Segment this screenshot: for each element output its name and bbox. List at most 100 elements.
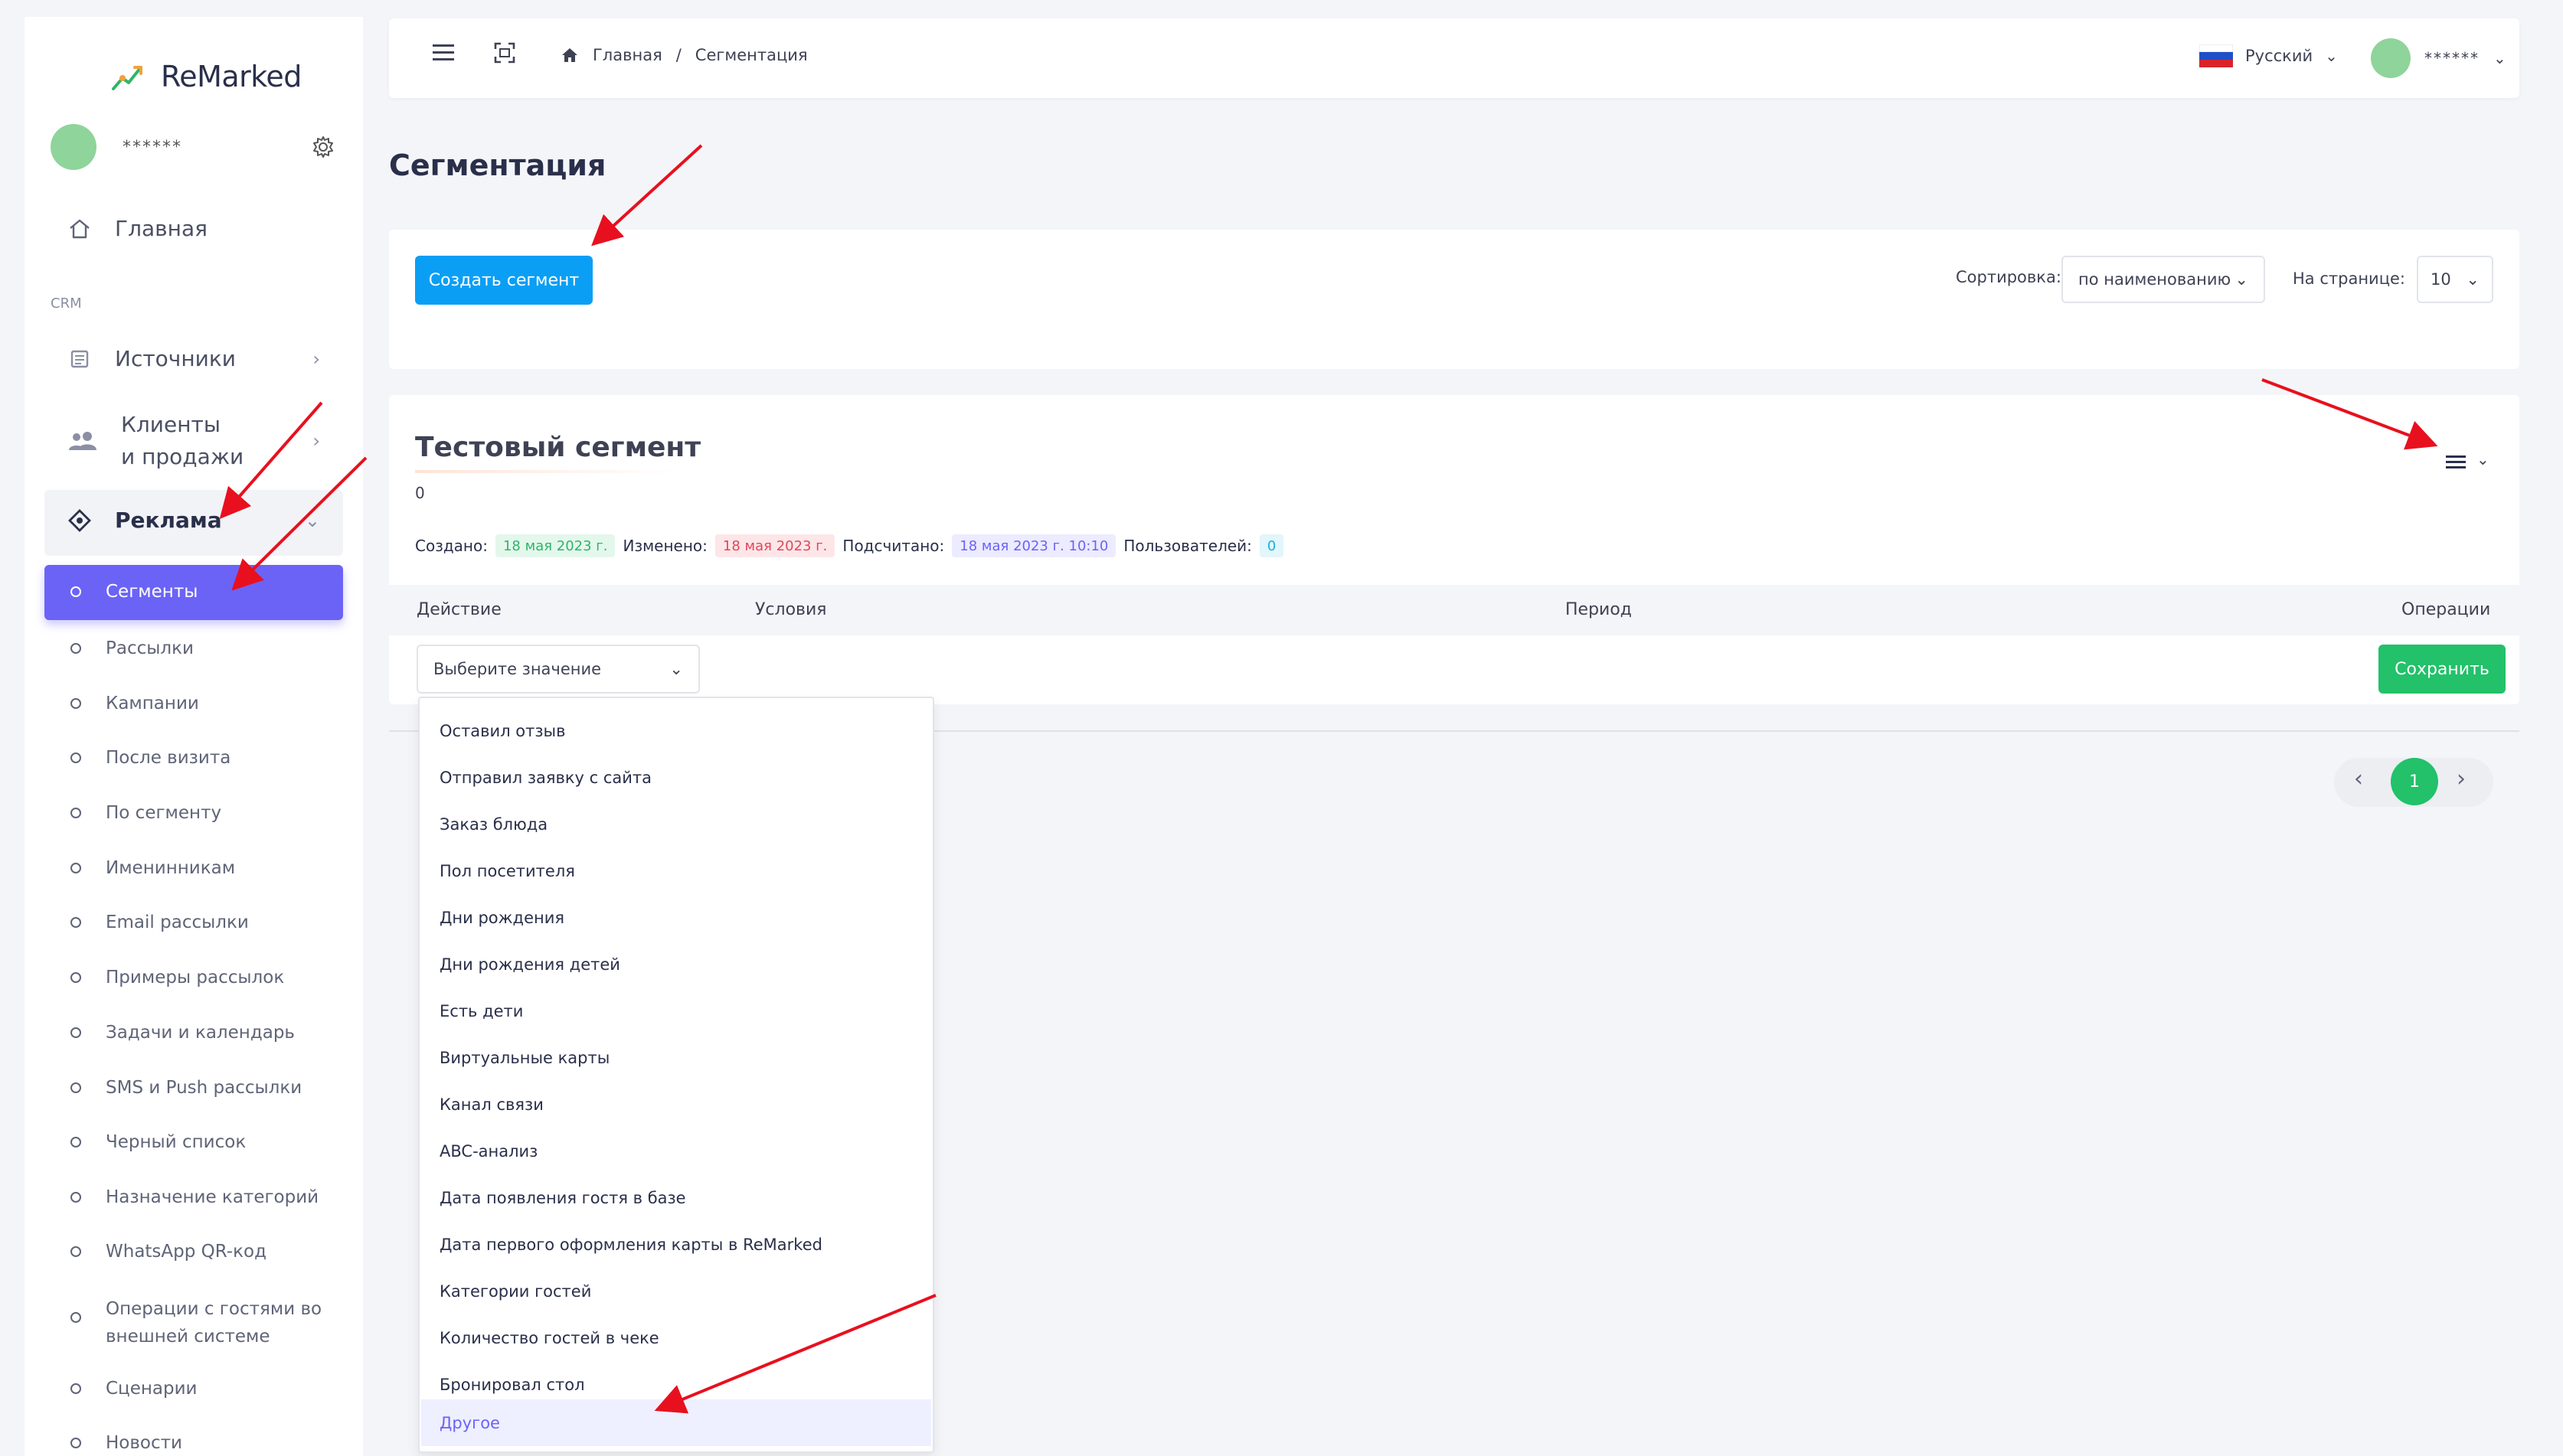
sidebar-subitem-sms-push[interactable]: SMS и Push рассылки xyxy=(70,1078,302,1098)
sort-label: Сортировка: xyxy=(1956,268,2061,286)
pagination-prev[interactable]: ‹ xyxy=(2354,766,2363,792)
circle-icon xyxy=(70,1137,81,1147)
sidebar-subitem-whatsapp[interactable]: WhatsApp QR-код xyxy=(70,1242,266,1262)
header-user-menu[interactable]: ****** ⌄ xyxy=(2371,38,2506,78)
sidebar-subitem-active[interactable]: Сегменты xyxy=(70,582,198,602)
breadcrumb-home[interactable]: Главная xyxy=(593,46,662,64)
sidebar-item-ads-row[interactable]: Реклама ⌄ xyxy=(67,508,320,533)
sidebar-subitem-label: Операции с гостями во xyxy=(106,1299,322,1319)
circle-icon xyxy=(70,863,81,873)
header-user-name: ****** xyxy=(2424,49,2480,67)
circle-icon xyxy=(70,586,81,597)
pagination-next[interactable]: › xyxy=(2457,766,2466,792)
pagination-page[interactable]: 1 xyxy=(2391,758,2438,805)
sidebar-item-label: Клиенты xyxy=(121,412,221,437)
dropdown-option[interactable]: Оставил отзыв xyxy=(421,707,931,754)
action-select-value: Выберите значение xyxy=(433,660,602,678)
avatar xyxy=(2371,38,2411,78)
circle-icon xyxy=(70,972,81,983)
dropdown-option[interactable]: Категории гостей xyxy=(421,1268,931,1314)
sidebar-subitem-email[interactable]: Email рассылки xyxy=(70,912,249,932)
modified-badge: 18 мая 2023 г. xyxy=(714,534,835,557)
create-segment-button[interactable]: Создать сегмент xyxy=(415,256,593,305)
sidebar-subitem-blacklist[interactable]: Черный список xyxy=(70,1132,246,1152)
save-button[interactable]: Сохранить xyxy=(2378,645,2506,694)
sidebar-item-label: и продажи xyxy=(121,444,244,469)
sidebar-subitem-label: Email рассылки xyxy=(106,912,249,932)
sidebar-item-sources[interactable]: Источники › xyxy=(67,346,320,371)
chevron-down-icon: ⌄ xyxy=(2234,270,2248,289)
per-page-select[interactable]: 10 ⌄ xyxy=(2417,256,2493,303)
hamburger-menu-icon[interactable] xyxy=(2444,452,2469,473)
chevron-down-icon[interactable]: ⌄ xyxy=(2476,450,2489,468)
dropdown-option[interactable]: Заказ блюда xyxy=(421,801,931,847)
dropdown-option-highlighted[interactable]: Другое xyxy=(421,1399,931,1446)
dropdown-option[interactable]: Есть дети xyxy=(421,988,931,1034)
dropdown-option[interactable]: Пол посетителя xyxy=(421,847,931,894)
modified-label: Изменено: xyxy=(623,537,708,555)
app-logo[interactable]: ReMarked xyxy=(112,60,302,93)
app-name: ReMarked xyxy=(161,60,302,93)
language-label: Русский xyxy=(2245,47,2313,65)
fullscreen-icon[interactable] xyxy=(493,41,516,64)
sidebar-section-label: CRM xyxy=(51,295,82,312)
column-header-period: Период xyxy=(1565,600,1633,619)
burger-icon[interactable] xyxy=(430,41,456,64)
sidebar-item-clients[interactable]: Клиенты и продажи › xyxy=(67,410,320,472)
segment-count: 0 xyxy=(415,484,425,502)
sort-select[interactable]: по наименованию ⌄ xyxy=(2061,256,2265,303)
sidebar-subitem-label: WhatsApp QR-код xyxy=(106,1242,266,1262)
language-switcher[interactable]: Русский ⌄ xyxy=(2199,44,2338,67)
sidebar-subitem-news[interactable]: Новости xyxy=(70,1433,182,1453)
annotation-arrow xyxy=(591,144,703,246)
sidebar-subitem-by-segment[interactable]: По сегменту xyxy=(70,803,221,823)
sidebar-subitem-examples[interactable]: Примеры рассылок xyxy=(70,968,284,988)
home-icon xyxy=(70,219,90,238)
sort-value: по наименованию xyxy=(2078,270,2231,289)
dropdown-option[interactable]: Дата первого оформления карты в ReMarked xyxy=(421,1221,931,1268)
sidebar-subitem-label: Сценарии xyxy=(106,1379,198,1399)
sidebar-subitem-mailings[interactable]: Рассылки xyxy=(70,638,194,658)
dropdown-option[interactable]: Дни рождения детей xyxy=(421,941,931,988)
segment-title[interactable]: Тестовый сегмент xyxy=(415,432,701,463)
circle-icon xyxy=(70,1312,81,1323)
segment-title-underline xyxy=(415,470,675,473)
dropdown-option[interactable]: ABC-анализ xyxy=(421,1128,931,1174)
sidebar-subitem-label: Рассылки xyxy=(106,638,194,658)
circle-icon xyxy=(70,1438,81,1448)
dropdown-option[interactable]: Дата появления гостя в базе xyxy=(421,1174,931,1221)
sidebar-subitem-label: Сегменты xyxy=(106,582,198,602)
sidebar-user[interactable] xyxy=(51,124,96,170)
users-label: Пользователей: xyxy=(1123,537,1252,555)
per-page-label: На странице: xyxy=(2293,269,2405,288)
gear-icon[interactable] xyxy=(311,135,335,159)
table-header xyxy=(389,585,2519,635)
computed-badge: 18 мая 2023 г. 10:10 xyxy=(952,534,1116,557)
sidebar-subitem-external-ops[interactable]: Операции с гостями во внешней системе xyxy=(70,1295,322,1350)
home-icon[interactable] xyxy=(561,46,579,64)
sidebar-item-home[interactable]: Главная xyxy=(67,216,208,241)
sidebar-subitem-birthdays[interactable]: Именинникам xyxy=(70,858,235,878)
sidebar-subitem-categories[interactable]: Назначение категорий xyxy=(70,1187,319,1207)
chevron-down-icon: ⌄ xyxy=(2325,47,2338,65)
column-header-action: Действие xyxy=(417,600,502,619)
dropdown-option[interactable]: Дни рождения xyxy=(421,894,931,941)
annotation-arrows xyxy=(219,144,2438,1414)
chevron-down-icon: ⌄ xyxy=(669,660,683,678)
sidebar-subitem-campaigns[interactable]: Кампании xyxy=(70,694,199,713)
breadcrumb-separator: / xyxy=(675,46,682,64)
sidebar-subitem-tasks[interactable]: Задачи и календарь xyxy=(70,1023,295,1043)
sidebar-subitem-after-visit[interactable]: После визита xyxy=(70,748,230,768)
page-title: Сегментация xyxy=(389,149,606,182)
circle-icon xyxy=(70,917,81,928)
dropdown-option[interactable]: Отправил заявку с сайта xyxy=(421,754,931,801)
created-badge: 18 мая 2023 г. xyxy=(495,534,616,557)
sidebar-subitem-label: Примеры рассылок xyxy=(106,968,285,988)
dropdown-option[interactable]: Канал связи xyxy=(421,1081,931,1128)
action-select[interactable]: Выберите значение ⌄ xyxy=(417,645,700,694)
dropdown-option[interactable]: Виртуальные карты xyxy=(421,1034,931,1081)
dropdown-option[interactable]: Количество гостей в чеке xyxy=(421,1314,931,1361)
avatar xyxy=(51,124,96,170)
sidebar-subitem-scenarios[interactable]: Сценарии xyxy=(70,1379,198,1399)
breadcrumb-current: Сегментация xyxy=(695,46,808,64)
